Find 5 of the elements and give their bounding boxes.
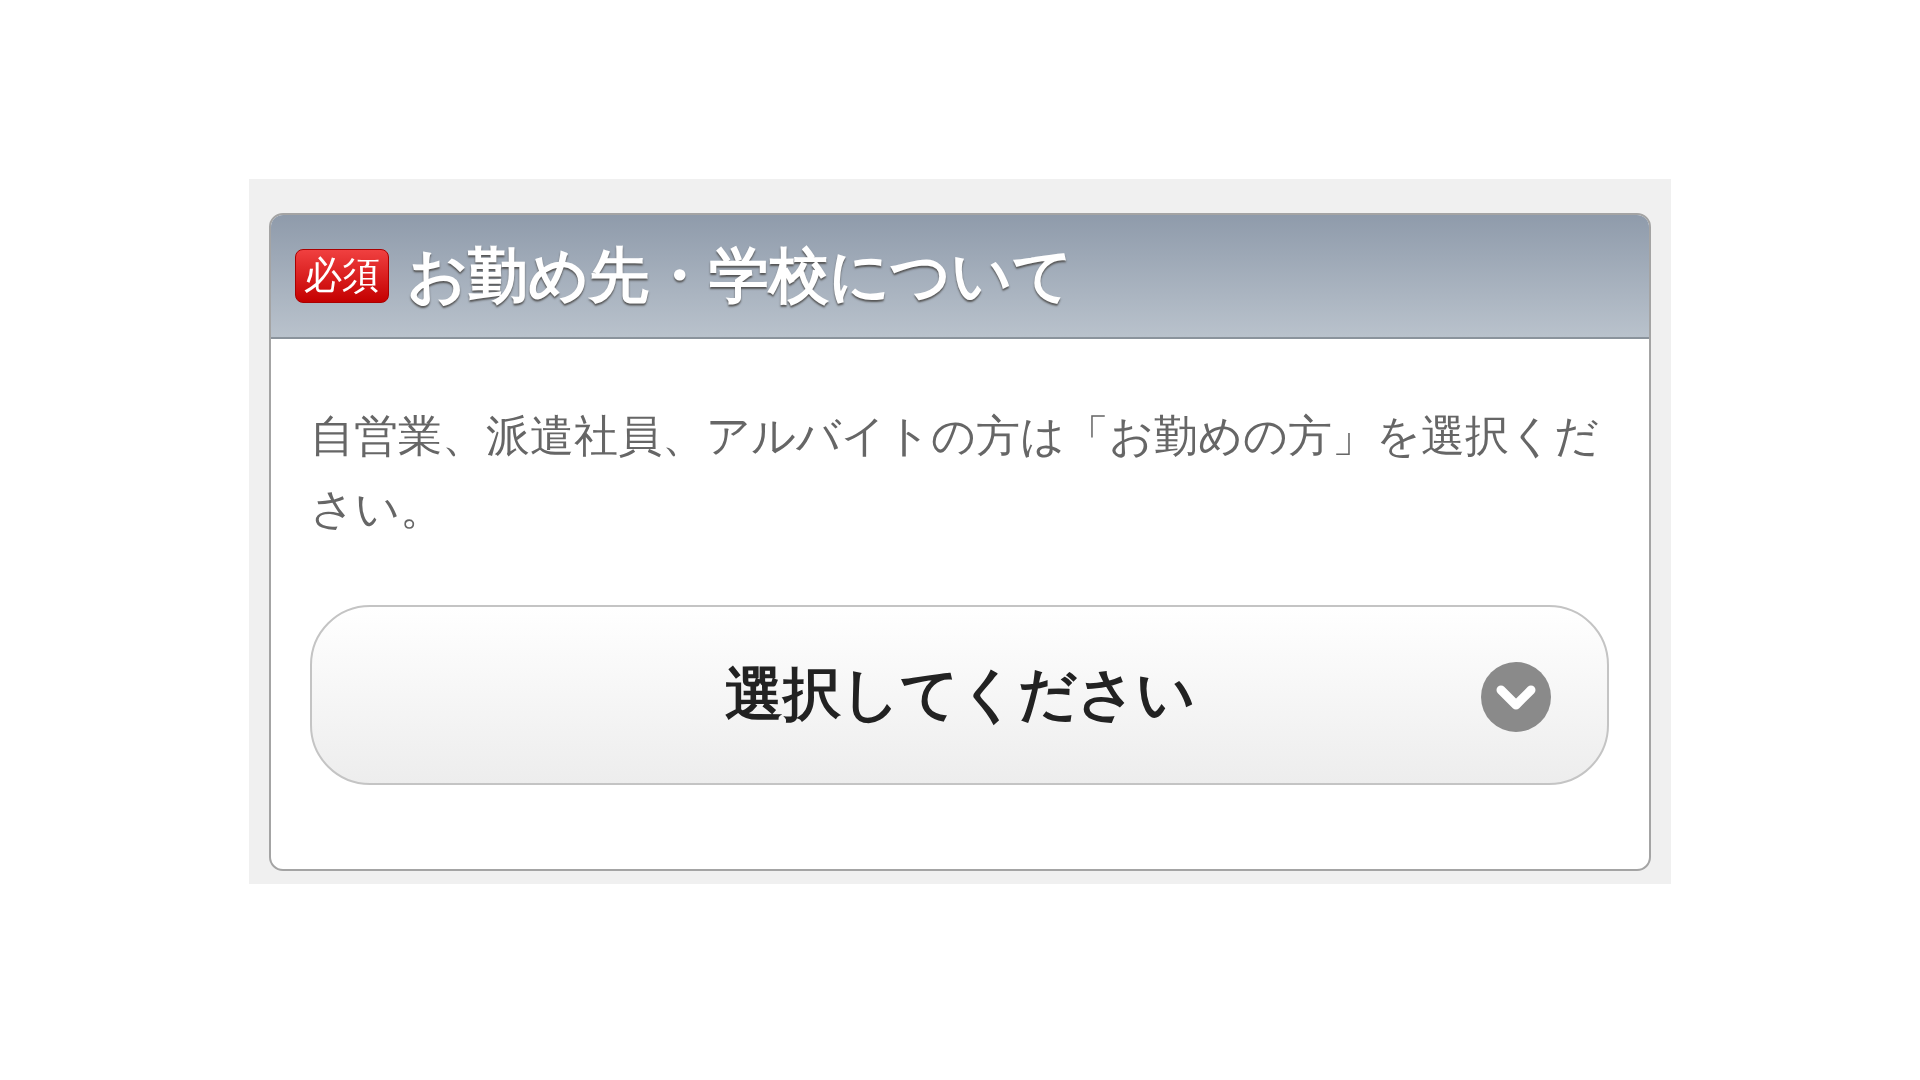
select-dropdown[interactable]: 選択してください <box>310 605 1609 785</box>
section-title: お勤め先・学校について <box>407 238 1073 312</box>
required-badge: 必須 <box>295 249 389 303</box>
chevron-down-icon <box>1481 662 1551 732</box>
description-text: 自営業、派遣社員、アルバイトの方は「お勤めの方」を選択ください。 <box>310 409 1600 536</box>
